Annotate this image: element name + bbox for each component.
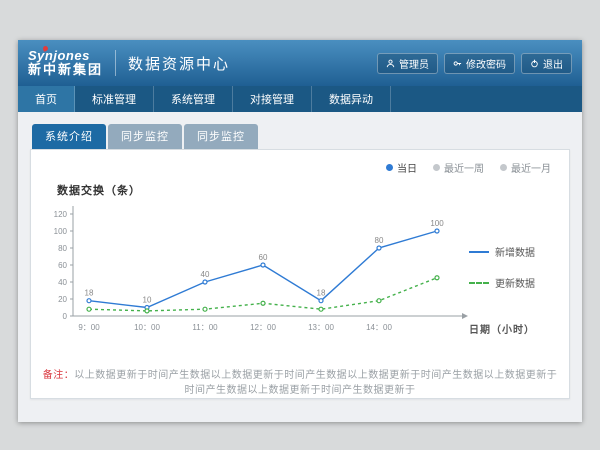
current-user-button[interactable]: 管理员 bbox=[377, 53, 438, 74]
footnote-prefix: 备注： bbox=[43, 370, 75, 381]
footnote: 备注：以上数据更新于时间产生数据以上数据更新于时间产生数据以上数据更新于时间产生… bbox=[39, 366, 561, 396]
company-logo: Synjones 新中新集团 bbox=[28, 49, 103, 78]
period-option-label: 最近一周 bbox=[444, 160, 484, 175]
svg-text:100: 100 bbox=[430, 219, 444, 228]
logo-en-text: Synjones bbox=[28, 49, 103, 63]
svg-text:0: 0 bbox=[63, 312, 68, 321]
svg-text:10: 10 bbox=[143, 296, 152, 305]
change-password-label: 修改密码 bbox=[466, 56, 506, 71]
tab-sync-monitor-2[interactable]: 同步监控 bbox=[184, 124, 258, 149]
key-icon bbox=[453, 59, 462, 68]
desktop-background: { "header": { "logo_en": "Synjones", "lo… bbox=[0, 0, 600, 450]
y-axis-title: 数据交换（条） bbox=[57, 182, 561, 198]
logout-button[interactable]: 退出 bbox=[521, 53, 572, 74]
footnote-text: 以上数据更新于时间产生数据以上数据更新于时间产生数据以上数据更新于时间产生数据以… bbox=[74, 370, 557, 396]
logout-label: 退出 bbox=[543, 56, 563, 71]
series-legend-label: 更新数据 bbox=[495, 275, 535, 290]
period-option-1[interactable]: 最近一周 bbox=[433, 160, 484, 175]
svg-text:120: 120 bbox=[54, 210, 68, 219]
svg-text:10：00: 10：00 bbox=[134, 323, 160, 332]
nav-item-interface-mgmt[interactable]: 对接管理 bbox=[233, 86, 312, 112]
svg-text:60: 60 bbox=[58, 261, 67, 270]
nav-item-standard-mgmt[interactable]: 标准管理 bbox=[75, 86, 154, 112]
nav-item-system-mgmt[interactable]: 系统管理 bbox=[154, 86, 233, 112]
chart-panel: 当日 最近一周 最近一月 数据交换（条） 0 20 40 60 80 100 120 9：00 10… bbox=[30, 149, 570, 399]
radio-dot-icon bbox=[500, 164, 507, 171]
radio-dot-icon bbox=[386, 164, 393, 171]
app-title: 数据资源中心 bbox=[128, 53, 230, 74]
tab-sync-monitor-1[interactable]: 同步监控 bbox=[108, 124, 182, 149]
header-divider bbox=[115, 50, 116, 76]
svg-text:9：00: 9：00 bbox=[78, 323, 100, 332]
change-password-button[interactable]: 修改密码 bbox=[444, 53, 515, 74]
power-icon bbox=[530, 59, 539, 68]
svg-text:80: 80 bbox=[58, 244, 67, 253]
period-option-label: 最近一月 bbox=[511, 160, 551, 175]
series-legend-item-0[interactable]: 新增数据 bbox=[469, 244, 561, 259]
app-header: Synjones 新中新集团 数据资源中心 管理员 修改密码 bbox=[18, 40, 582, 86]
nav-item-data-change[interactable]: 数据异动 bbox=[312, 86, 391, 112]
period-option-label: 当日 bbox=[397, 160, 417, 175]
series-legend: 新增数据更新数据日期（小时） bbox=[469, 200, 561, 340]
svg-text:40: 40 bbox=[201, 270, 210, 279]
current-user-label: 管理员 bbox=[399, 56, 429, 71]
main-nav: 首页 标准管理 系统管理 对接管理 数据异动 bbox=[18, 86, 582, 112]
svg-text:11：00: 11：00 bbox=[192, 323, 218, 332]
svg-text:18: 18 bbox=[85, 289, 94, 298]
chart-row: 0 20 40 60 80 100 120 9：00 10：00 11：00 12：00 13：00 1… bbox=[39, 200, 561, 340]
header-actions: 管理员 修改密码 退出 bbox=[377, 53, 572, 74]
tab-bar: 系统介绍 同步监控 同步监控 bbox=[30, 124, 570, 149]
svg-text:80: 80 bbox=[375, 236, 384, 245]
x-axis-title: 日期（小时） bbox=[469, 321, 561, 336]
svg-text:14：00: 14：00 bbox=[366, 323, 392, 332]
series-legend-item-1[interactable]: 更新数据 bbox=[469, 275, 561, 290]
content-area: 系统介绍 同步监控 同步监控 当日 最近一周 最近一月 数据交换（条） 0 20 40 6… bbox=[18, 112, 582, 399]
svg-text:20: 20 bbox=[58, 295, 67, 304]
svg-text:100: 100 bbox=[54, 227, 68, 236]
logo-cn-text: 新中新集团 bbox=[28, 63, 103, 77]
period-option-0[interactable]: 当日 bbox=[386, 160, 417, 175]
svg-text:18: 18 bbox=[317, 289, 326, 298]
period-option-2[interactable]: 最近一月 bbox=[500, 160, 551, 175]
svg-text:12：00: 12：00 bbox=[250, 323, 276, 332]
user-icon bbox=[386, 59, 395, 68]
nav-item-home[interactable]: 首页 bbox=[18, 86, 75, 112]
series-legend-label: 新增数据 bbox=[495, 244, 535, 259]
series-line-sample-icon bbox=[469, 282, 489, 284]
svg-text:40: 40 bbox=[58, 278, 67, 287]
svg-text:13：00: 13：00 bbox=[308, 323, 334, 332]
svg-text:60: 60 bbox=[259, 253, 268, 262]
period-filter-legend: 当日 最近一周 最近一月 bbox=[386, 160, 551, 175]
app-window: Synjones 新中新集团 数据资源中心 管理员 修改密码 bbox=[18, 40, 582, 422]
series-line-sample-icon bbox=[469, 251, 489, 253]
radio-dot-icon bbox=[433, 164, 440, 171]
line-chart: 0 20 40 60 80 100 120 9：00 10：00 11：00 12：00 13：00 1… bbox=[39, 200, 469, 340]
tab-system-intro[interactable]: 系统介绍 bbox=[32, 124, 106, 149]
